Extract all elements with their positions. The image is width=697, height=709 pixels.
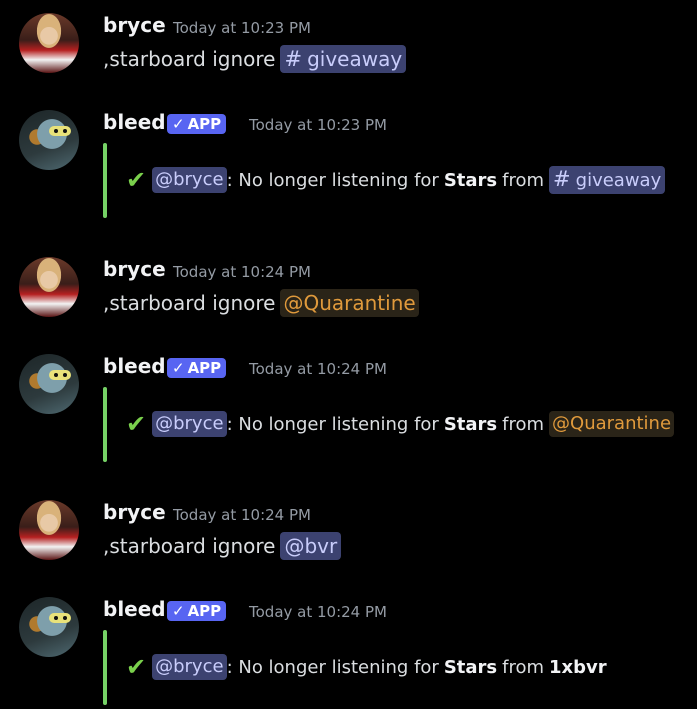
author-name[interactable]: bryce	[103, 500, 166, 524]
app-badge: ✓ APP	[167, 358, 227, 378]
timestamp: Today at 10:24 PM	[173, 263, 311, 281]
embed-text-from: from	[502, 656, 545, 678]
verified-check-icon: ✓	[172, 115, 185, 133]
author-name[interactable]: bryce	[103, 257, 166, 281]
command-text: ,starboard ignore	[103, 47, 276, 71]
hash-icon: #	[284, 47, 303, 71]
verified-check-icon: ✓	[172, 359, 185, 377]
role-mention[interactable]: @Quarantine	[549, 411, 675, 437]
checkmark-icon: ✔	[126, 166, 147, 194]
author-name[interactable]: bryce	[103, 13, 166, 37]
user-mention[interactable]: @bryce	[152, 654, 227, 680]
verified-check-icon: ✓	[172, 602, 185, 620]
checkmark-icon: ✔	[126, 653, 147, 681]
embed-text: : No longer listening for	[226, 169, 439, 191]
user-mention[interactable]: @bryce	[152, 167, 227, 193]
channel-mention[interactable]: # giveaway	[280, 45, 407, 73]
app-badge: ✓ APP	[167, 601, 227, 621]
timestamp: Today at 10:23 PM	[173, 19, 311, 37]
embed-text: : No longer listening for	[226, 413, 439, 435]
author-name[interactable]: bleed	[103, 354, 166, 378]
message-content: ,starboard ignore @Quarantine	[103, 289, 419, 317]
user-avatar[interactable]	[19, 13, 79, 73]
embed-text: : No longer listening for	[226, 656, 439, 678]
bot-avatar[interactable]	[19, 354, 79, 414]
bold-text: Stars	[443, 169, 498, 191]
channel-name: giveaway	[307, 47, 403, 71]
bot-avatar[interactable]	[19, 110, 79, 170]
embed-content: ✔ @bryce : No longer listening for Stars…	[126, 166, 666, 194]
embed-text-from: from	[502, 413, 545, 435]
user-avatar[interactable]	[19, 500, 79, 560]
user-mention[interactable]: @bryce	[152, 411, 227, 437]
channel-mention[interactable]: # giveaway	[549, 166, 666, 194]
message-content: ,starboard ignore @bvr	[103, 532, 342, 560]
embed-content: ✔ @bryce : No longer listening for Stars…	[126, 410, 675, 438]
embed-content: ✔ @bryce : No longer listening for Stars…	[126, 653, 612, 681]
timestamp: Today at 10:24 PM	[173, 506, 311, 524]
embed-bar	[103, 387, 107, 462]
timestamp: Today at 10:24 PM	[249, 360, 387, 378]
timestamp: Today at 10:23 PM	[249, 116, 387, 134]
user-avatar[interactable]	[19, 257, 79, 317]
bot-avatar[interactable]	[19, 597, 79, 657]
author-name[interactable]: bleed	[103, 110, 166, 134]
checkmark-icon: ✔	[126, 410, 147, 438]
message-content: ,starboard ignore # giveaway	[103, 45, 407, 73]
embed-bar	[103, 143, 107, 218]
author-name[interactable]: bleed	[103, 597, 166, 621]
app-badge: ✓ APP	[167, 114, 227, 134]
timestamp: Today at 10:24 PM	[249, 603, 387, 621]
hash-icon: #	[553, 167, 571, 191]
embed-text-from: from	[502, 169, 545, 191]
command-text: ,starboard ignore	[103, 291, 276, 315]
embed-bar	[103, 630, 107, 705]
bold-text: Stars	[443, 413, 498, 435]
bold-text: Stars	[443, 656, 498, 678]
user-mention[interactable]: @bvr	[280, 532, 342, 560]
command-text: ,starboard ignore	[103, 534, 276, 558]
role-mention[interactable]: @Quarantine	[280, 289, 419, 317]
target-name: 1xbvr	[549, 656, 607, 678]
